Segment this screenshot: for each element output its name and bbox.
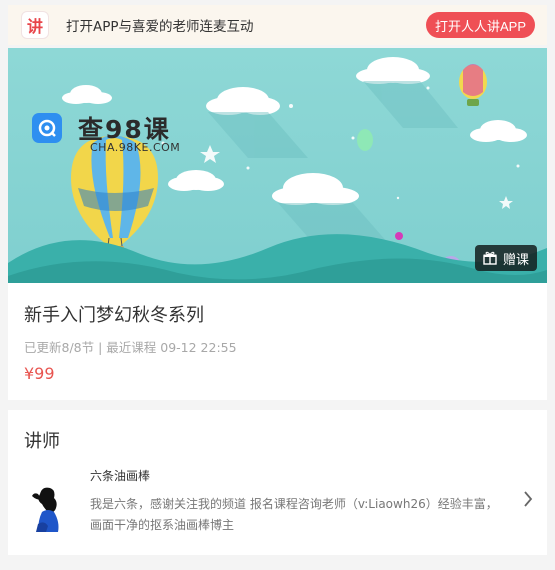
teacher-avatar (26, 484, 68, 532)
teacher-section-heading: 讲师 (24, 431, 60, 452)
course-banner: 查98课 CHA.98KE.COM 赠课 (8, 48, 547, 283)
teacher-name: 六条油画棒 (90, 469, 151, 483)
course-info-card: 新手入门梦幻秋冬系列 已更新8/8节 | 最近课程 09-12 22:55 ¥9… (8, 283, 547, 400)
gift-course-badge[interactable]: 赠课 (474, 245, 537, 271)
teacher-card[interactable]: 讲师 六条油画棒 我是六条，感谢关注我的频道 报名课程咨询老师（v:Liaowh… (8, 410, 547, 555)
course-title: 新手入门梦幻秋冬系列 (24, 305, 204, 326)
banner-illustration (8, 48, 547, 283)
chevron-right-icon[interactable] (523, 490, 533, 512)
gift-icon (483, 251, 497, 265)
open-app-button[interactable]: 打开人人讲APP (425, 12, 535, 38)
course-price: ¥99 (24, 364, 55, 383)
app-promo-bar[interactable]: 讲 打开APP与喜爱的老师连麦互动 打开人人讲APP (8, 5, 547, 45)
course-update-meta: 已更新8/8节 | 最近课程 09-12 22:55 (24, 340, 237, 355)
watermark-icon (32, 113, 62, 143)
teacher-description: 我是六条，感谢关注我的频道 报名课程咨询老师（v:Liaowh26）经验丰富，画… (90, 497, 498, 532)
promo-text: 打开APP与喜爱的老师连麦互动 (66, 19, 254, 35)
app-logo-icon: 讲 (22, 12, 48, 38)
gift-label: 赠课 (502, 252, 529, 268)
watermark-subtitle: CHA.98KE.COM (90, 141, 181, 154)
